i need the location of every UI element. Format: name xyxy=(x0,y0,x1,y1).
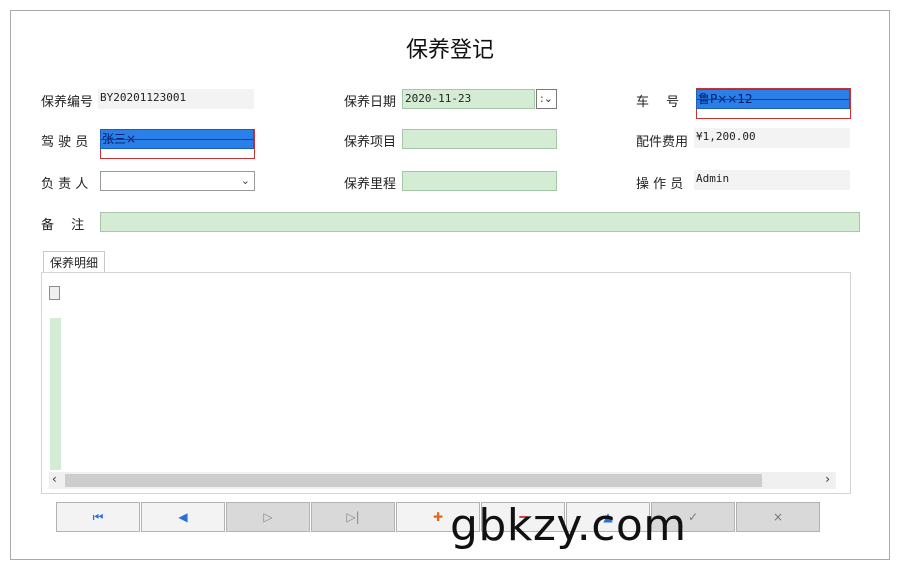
prev-record-icon: ◀ xyxy=(178,510,188,524)
mileage-input[interactable] xyxy=(402,171,557,191)
maint-no-label: 保养编号 xyxy=(41,95,94,110)
scroll-thumb[interactable] xyxy=(65,474,762,487)
first-record-icon: ⏮ xyxy=(92,510,104,524)
tab-maint-details[interactable]: 保养明细 xyxy=(43,251,106,273)
maint-no-field: BY20201123001 xyxy=(98,89,254,109)
driver-label: 驾 驶 员 xyxy=(41,135,89,150)
chevron-down-icon: ⌄ xyxy=(240,174,250,187)
row-selector[interactable] xyxy=(49,286,60,300)
operator-label: 操 作 员 xyxy=(636,177,684,192)
maint-date-input[interactable]: 2020-11-23 xyxy=(402,89,535,109)
responsible-select[interactable]: ⌄ xyxy=(100,171,255,191)
mileage-label: 保养里程 xyxy=(344,177,397,192)
check-icon: ✓ xyxy=(687,510,699,524)
plate-input[interactable]: 鲁P××12 xyxy=(696,89,850,109)
maint-item-input[interactable] xyxy=(402,129,557,149)
last-record-icon: ▷| xyxy=(346,510,360,524)
remarks-label: 备 注 xyxy=(41,218,85,233)
first-record-button[interactable]: ⏮ xyxy=(56,502,140,532)
parts-cost-field: ¥1,200.00 xyxy=(694,128,850,148)
scroll-left-icon[interactable]: ‹ xyxy=(52,472,57,486)
driver-input[interactable]: 张三× xyxy=(100,129,254,149)
horizontal-scrollbar[interactable]: ‹ › xyxy=(49,472,836,489)
maint-item-label: 保养项目 xyxy=(344,135,397,150)
next-record-button[interactable]: ▷ xyxy=(226,502,310,532)
chevron-down-icon: :⌄ xyxy=(540,92,553,105)
plus-icon: ✚ xyxy=(432,510,444,524)
parts-cost-label: 配件费用 xyxy=(636,135,689,150)
remarks-input[interactable] xyxy=(100,212,860,232)
date-dropdown-button[interactable]: :⌄ xyxy=(536,89,557,109)
page-title: 保养登记 xyxy=(405,38,494,63)
watermark-text: gbkzy.com xyxy=(450,500,687,551)
plate-label: 车 号 xyxy=(636,95,680,110)
cancel-edit-button[interactable]: × xyxy=(736,502,820,532)
maint-date-label: 保养日期 xyxy=(344,95,397,110)
responsible-label: 负 责 人 xyxy=(41,177,89,192)
close-icon: × xyxy=(772,510,784,524)
row-indicator-bar xyxy=(50,318,61,470)
next-record-icon: ▷ xyxy=(263,510,273,524)
scroll-right-icon[interactable]: › xyxy=(825,472,830,486)
prev-record-button[interactable]: ◀ xyxy=(141,502,225,532)
operator-field: Admin xyxy=(694,170,850,190)
last-record-button[interactable]: ▷| xyxy=(311,502,395,532)
details-grid[interactable] xyxy=(41,272,851,494)
